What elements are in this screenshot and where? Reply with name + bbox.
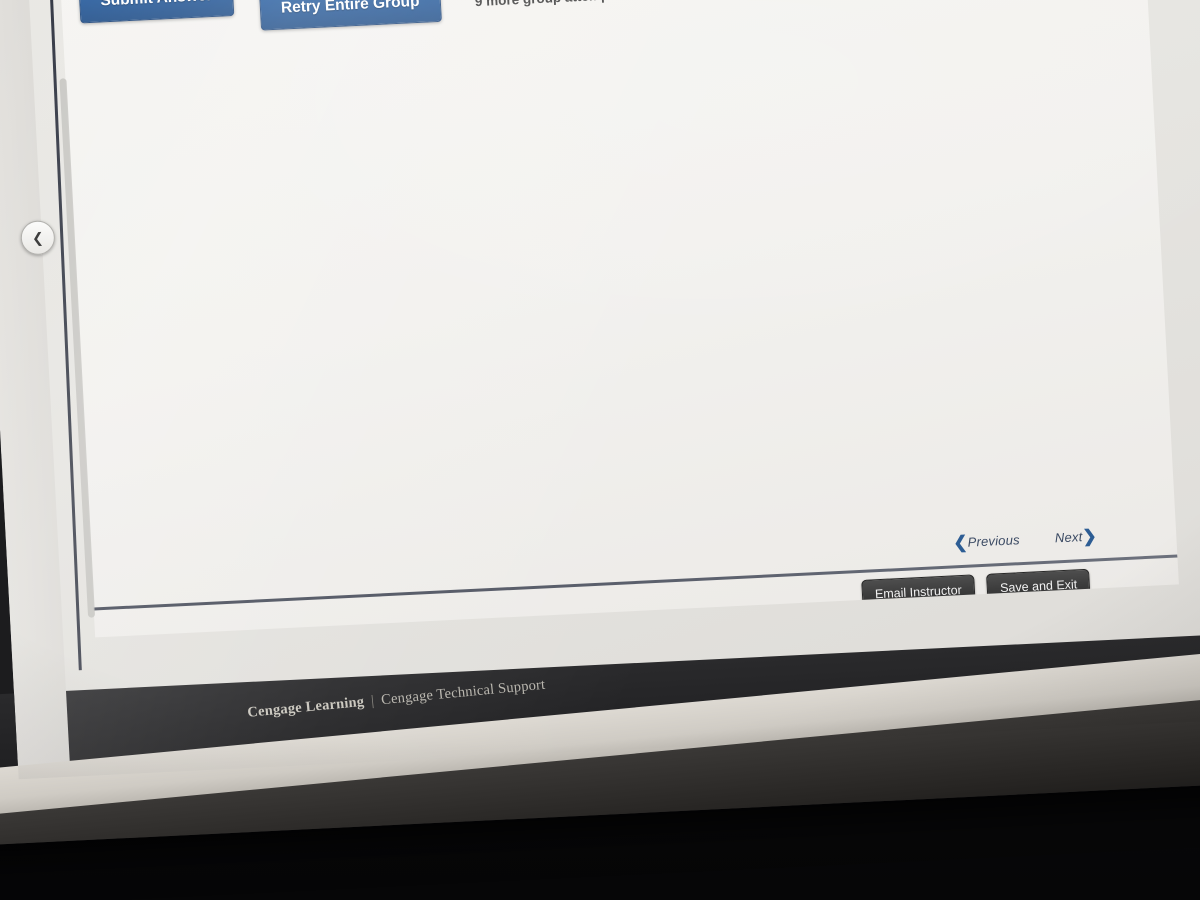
- next-label: Next: [1054, 529, 1083, 546]
- attempts-remaining-text: 9 more group attempts remaining: [474, 0, 689, 9]
- photo-scene: eqeqeqeq ❮ values if needed for this que…: [0, 0, 1200, 900]
- chevron-right-icon: ❯: [1081, 526, 1098, 547]
- previous-button[interactable]: ❮Previous: [952, 532, 1021, 553]
- question-page: values if needed for this question. The …: [53, 0, 1179, 638]
- footer-separator: |: [370, 692, 376, 710]
- question-content: values if needed for this question. The …: [53, 0, 1179, 637]
- page-footer-actions: Email Instructor Save and Exit: [853, 568, 1091, 611]
- nav-spacer: [1024, 543, 1052, 544]
- retry-entire-group-button[interactable]: Retry Entire Group: [258, 0, 442, 31]
- save-and-exit-button[interactable]: Save and Exit: [986, 568, 1091, 604]
- previous-label: Previous: [967, 532, 1021, 550]
- next-button[interactable]: Next❯: [1054, 526, 1098, 547]
- submit-answer-button[interactable]: Submit Answer: [78, 0, 235, 24]
- chevron-left-icon: ❮: [31, 229, 45, 247]
- sidebar-collapse-icon[interactable]: ❮: [19, 219, 56, 256]
- monitor: eqeqeqeq ❮ values if needed for this que…: [0, 0, 1200, 847]
- action-button-row: Submit Answer Retry Entire Group 9 more …: [78, 0, 881, 43]
- email-instructor-button[interactable]: Email Instructor: [861, 574, 976, 610]
- chevron-left-icon: ❮: [952, 532, 969, 553]
- page-navigation: ❮Previous Next❯: [953, 526, 1097, 553]
- browser-tab-strip[interactable]: [0, 0, 71, 780]
